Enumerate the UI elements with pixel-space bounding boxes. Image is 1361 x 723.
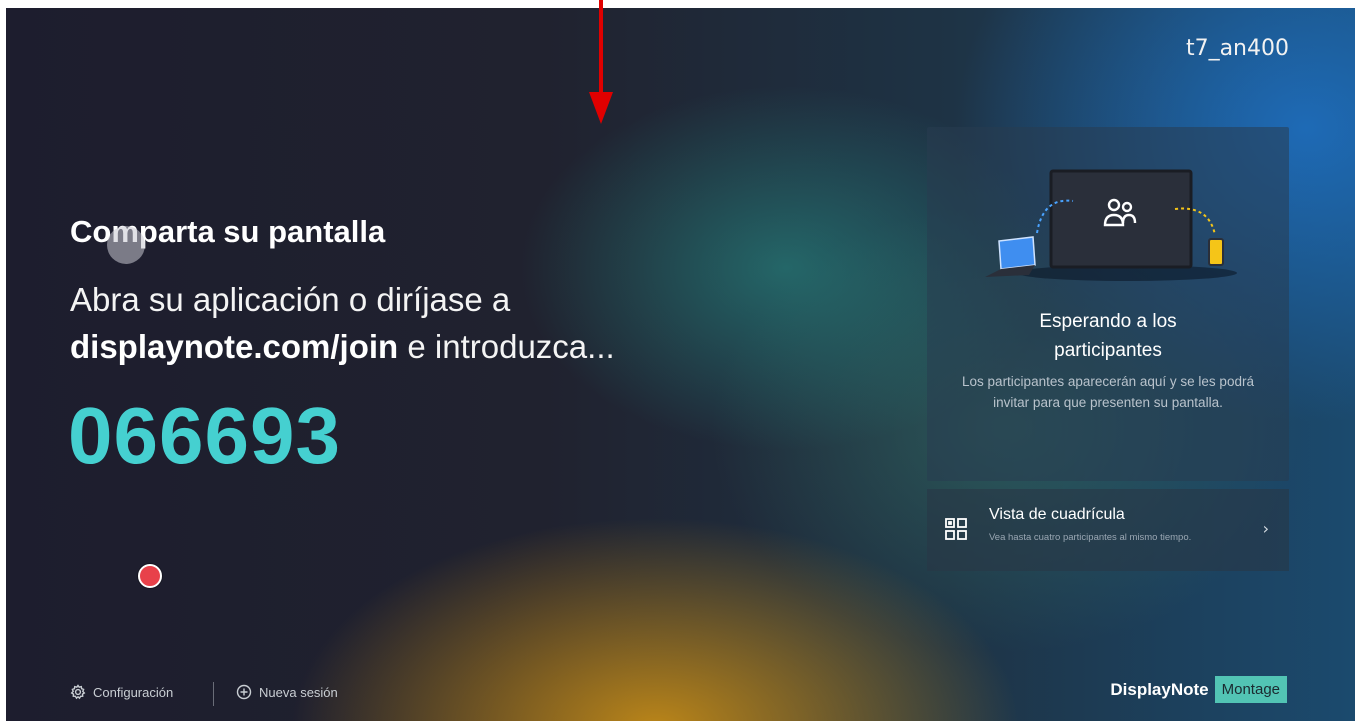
instruction-line-2: displaynote.com/join e introduzca... <box>70 323 790 370</box>
app-screen: t7_an400 Comparta su pantalla Abra su ap… <box>6 8 1355 721</box>
device-name: t7_an400 <box>1185 36 1289 61</box>
waiting-title: Esperando a los participantes <box>927 307 1289 365</box>
brand-logo: DisplayNote Montage <box>1110 676 1287 703</box>
instruction-suffix: e introduzca... <box>398 328 615 365</box>
grid-view-description: Vea hasta cuatro participantes al mismo … <box>989 532 1192 543</box>
grid-view-icon <box>945 518 967 540</box>
instruction-line-1: Abra su aplicación o diríjase a <box>70 281 511 318</box>
waiting-participants-card: Esperando a los participantes Los partic… <box>927 127 1289 481</box>
annotation-arrow-icon <box>589 0 613 124</box>
join-instructions: Abra su aplicación o diríjase a displayn… <box>70 276 790 370</box>
brand-product-badge: Montage <box>1214 676 1287 703</box>
waiting-description: Los participantes aparecerán aquí y se l… <box>962 374 1254 410</box>
devices-illustration <box>985 169 1237 281</box>
gear-icon <box>70 684 86 700</box>
waiting-title-line-2: participantes <box>1054 340 1162 361</box>
record-button[interactable] <box>138 564 162 588</box>
brand-name: DisplayNote <box>1110 679 1209 699</box>
touch-cursor <box>107 226 145 264</box>
plus-circle-icon <box>236 684 252 700</box>
new-session-label: Nueva sesión <box>259 684 338 700</box>
footer-divider <box>213 682 214 706</box>
settings-button[interactable]: Configuración <box>70 684 173 700</box>
session-code: 066693 <box>68 391 341 480</box>
grid-view-button[interactable]: Vista de cuadrícula Vea hasta cuatro par… <box>927 489 1289 571</box>
waiting-title-line-1: Esperando a los <box>1039 311 1177 332</box>
grid-view-title: Vista de cuadrícula <box>989 506 1125 523</box>
settings-label: Configuración <box>93 684 174 700</box>
join-url: displaynote.com/join <box>70 328 399 365</box>
new-session-button[interactable]: Nueva sesión <box>236 684 338 700</box>
chevron-right-icon: › <box>1262 519 1269 538</box>
